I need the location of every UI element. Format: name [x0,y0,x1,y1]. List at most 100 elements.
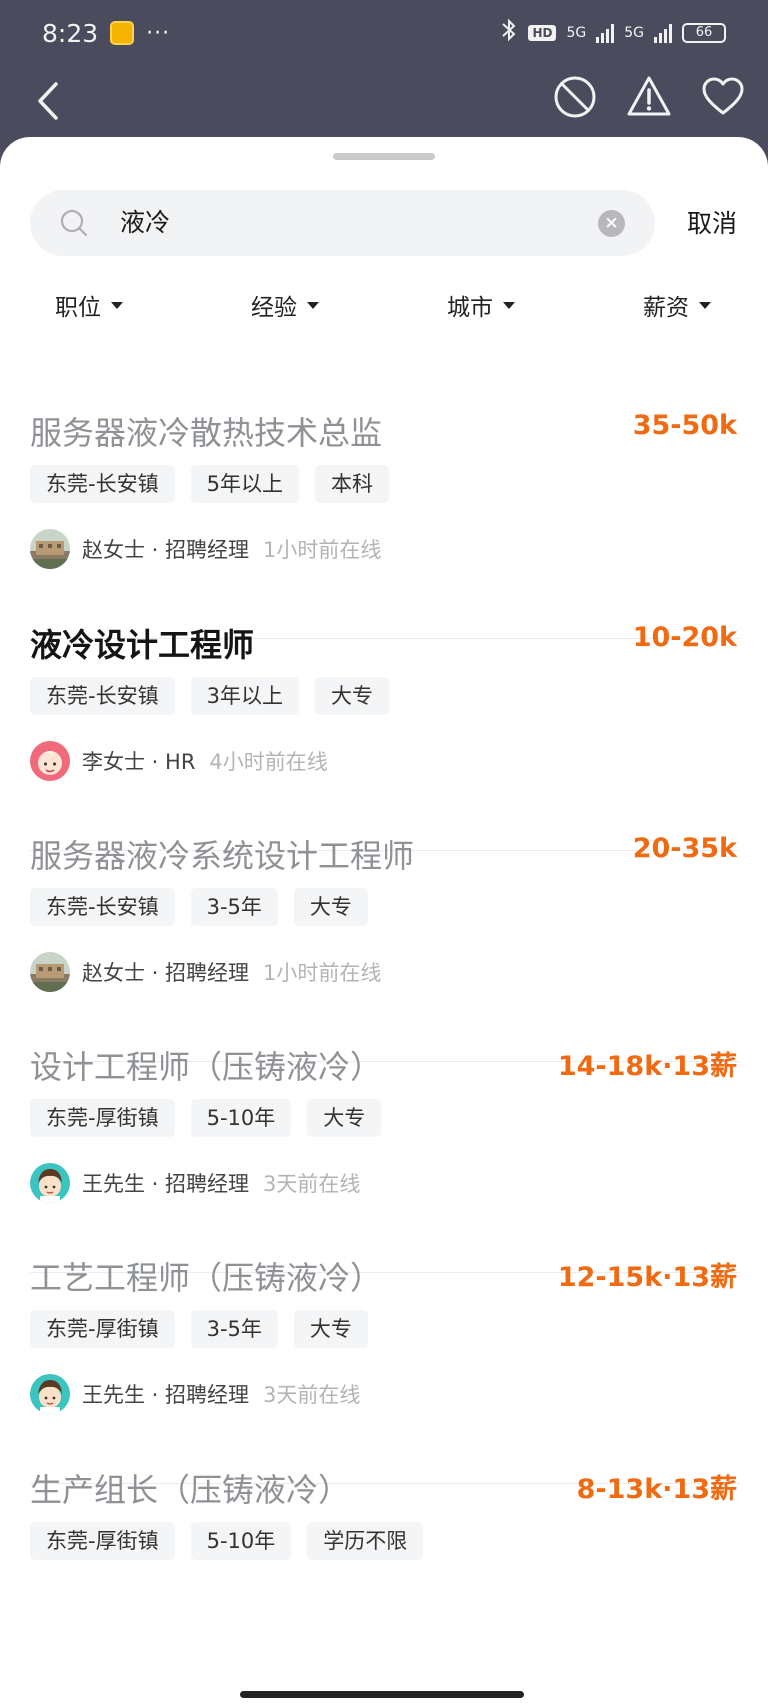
recruiter-info: 李女士 · HR 4小时前在线 [30,740,328,782]
tag-location: 东莞-长安镇 [30,465,175,503]
tag-experience: 3-5年 [190,1310,278,1348]
filter-label: 城市 [447,295,493,321]
job-title: 服务器液冷散热技术总监 [30,414,383,452]
job-salary: 8-13k·13薪 [576,1474,737,1505]
tag-experience: 3年以上 [190,677,299,715]
job-title: 生产组长（压铸液冷） [30,1471,351,1509]
job-tags: 东莞-厚街镇 5-10年 学历不限 [30,1522,424,1560]
tag-experience: 5-10年 [190,1522,292,1560]
job-card[interactable]: 工艺工程师（压铸液冷） 12-15k·13薪 东莞-厚街镇 3-5年 大专 王先… [30,1253,740,1484]
caret-down-icon [699,301,711,309]
home-indicator[interactable] [240,1691,524,1698]
job-title: 服务器液冷系统设计工程师 [30,837,415,875]
caret-down-icon [111,301,123,309]
tag-location: 东莞-厚街镇 [30,1310,175,1348]
chevron-left-icon[interactable] [30,76,66,126]
filter-position[interactable]: 职位 [55,288,123,322]
job-tags: 东莞-长安镇 3-5年 大专 [30,888,368,926]
filter-label: 职位 [55,295,101,321]
job-salary: 20-35k [632,833,737,864]
signal-strength-icon-1 [596,23,615,43]
status-indicators: HD 5G 5G 66 [500,18,726,48]
job-tags: 东莞-厚街镇 5-10年 大专 [30,1099,382,1137]
tag-experience: 3-5年 [190,888,278,926]
avatar [30,741,70,781]
status-time: 8:23 [42,18,99,48]
job-tags: 东莞-厚街镇 3-5年 大专 [30,1310,368,1348]
job-card[interactable]: 生产组长（压铸液冷） 8-13k·13薪 东莞-厚街镇 5-10年 学历不限 [30,1465,740,1696]
job-tags: 东莞-长安镇 3年以上 大专 [30,677,389,715]
recruiter-name: 李女士 · HR [82,750,196,774]
search-results-sheet: 液冷 × 取消 职位 经验 城市 薪资 服务器液冷散热技术总监 35-50k 东… [0,137,768,1707]
tag-education: 大专 [314,677,389,715]
online-status: 3天前在线 [263,1172,361,1196]
battery-icon: 66 [682,23,726,43]
tag-experience: 5年以上 [190,465,299,503]
avatar [30,952,70,992]
recruiter-info: 王先生 · 招聘经理 3天前在线 [30,1162,360,1204]
recruiter-info: 王先生 · 招聘经理 3天前在线 [30,1373,360,1415]
clear-icon[interactable]: × [598,210,625,237]
heart-icon[interactable] [700,74,746,120]
nav-actions [552,74,746,120]
job-title: 液冷设计工程师 [30,626,255,664]
online-status: 1小时前在线 [263,538,382,562]
online-status: 3天前在线 [263,1383,361,1407]
caret-down-icon [307,301,319,309]
filter-label: 薪资 [643,295,689,321]
filter-experience[interactable]: 经验 [251,288,319,322]
tag-location: 东莞-厚街镇 [30,1522,175,1560]
tag-education: 大专 [307,1099,382,1137]
block-icon[interactable] [552,74,598,120]
tag-education: 大专 [293,888,368,926]
recruiter-name: 王先生 · 招聘经理 [82,1172,250,1196]
filter-label: 经验 [251,295,297,321]
search-input[interactable]: 液冷 × [30,190,655,256]
hd-voice-icon: HD [528,25,557,41]
recruiter-name: 王先生 · 招聘经理 [82,1383,250,1407]
job-card[interactable]: 液冷设计工程师 10-20k 东莞-长安镇 3年以上 大专 李女士 · HR 4… [30,620,740,851]
recruiter-info: 赵女士 · 招聘经理 1小时前在线 [30,528,381,570]
tag-education: 大专 [293,1310,368,1348]
signal-strength-icon-2 [654,23,672,43]
status-bar: 8:23 ··· HD 5G 5G 66 [0,0,768,66]
recruiter-name: 赵女士 · 招聘经理 [82,538,250,562]
warning-icon[interactable] [626,74,672,120]
search-query[interactable]: 液冷 [120,190,170,256]
tag-location: 东莞-长安镇 [30,677,175,715]
signal-5g-label-2: 5G [624,25,644,41]
tag-location: 东莞-长安镇 [30,888,175,926]
job-salary: 35-50k [632,410,737,441]
filter-salary[interactable]: 薪资 [643,288,711,322]
more-notifications-icon: ··· [146,20,171,46]
tag-location: 东莞-厚街镇 [30,1099,175,1137]
filter-bar: 职位 经验 城市 薪资 [0,274,768,334]
drag-handle[interactable] [333,153,435,160]
filter-city[interactable]: 城市 [447,288,515,322]
job-salary: 10-20k [632,622,737,653]
job-tags: 东莞-长安镇 5年以上 本科 [30,465,389,503]
job-title: 设计工程师（压铸液冷） [30,1048,383,1086]
job-salary: 14-18k·13薪 [557,1051,737,1082]
online-status: 4小时前在线 [209,750,328,774]
recruiter-name: 赵女士 · 招聘经理 [82,961,250,985]
job-title: 工艺工程师（压铸液冷） [30,1259,383,1297]
nav-bar [0,66,768,136]
caret-down-icon [503,301,515,309]
tag-education: 本科 [314,465,389,503]
job-salary: 12-15k·13薪 [557,1262,737,1293]
search-icon [58,207,90,239]
avatar [30,529,70,569]
signal-5g-label-1: 5G [566,25,587,41]
cancel-button[interactable]: 取消 [687,204,737,240]
avatar [30,1163,70,1203]
tag-education: 学历不限 [307,1522,424,1560]
job-card[interactable]: 设计工程师（压铸液冷） 14-18k·13薪 东莞-厚街镇 5-10年 大专 王… [30,1042,740,1273]
recruiter-info: 赵女士 · 招聘经理 1小时前在线 [30,951,381,993]
job-card[interactable]: 服务器液冷系统设计工程师 20-35k 东莞-长安镇 3-5年 大专 赵女士 ·… [30,831,740,1062]
notification-app-icon [110,21,135,45]
job-card[interactable]: 服务器液冷散热技术总监 35-50k 东莞-长安镇 5年以上 本科 赵女士 · … [30,408,740,639]
bluetooth-icon [500,18,518,48]
avatar [30,1374,70,1414]
online-status: 1小时前在线 [263,961,382,985]
